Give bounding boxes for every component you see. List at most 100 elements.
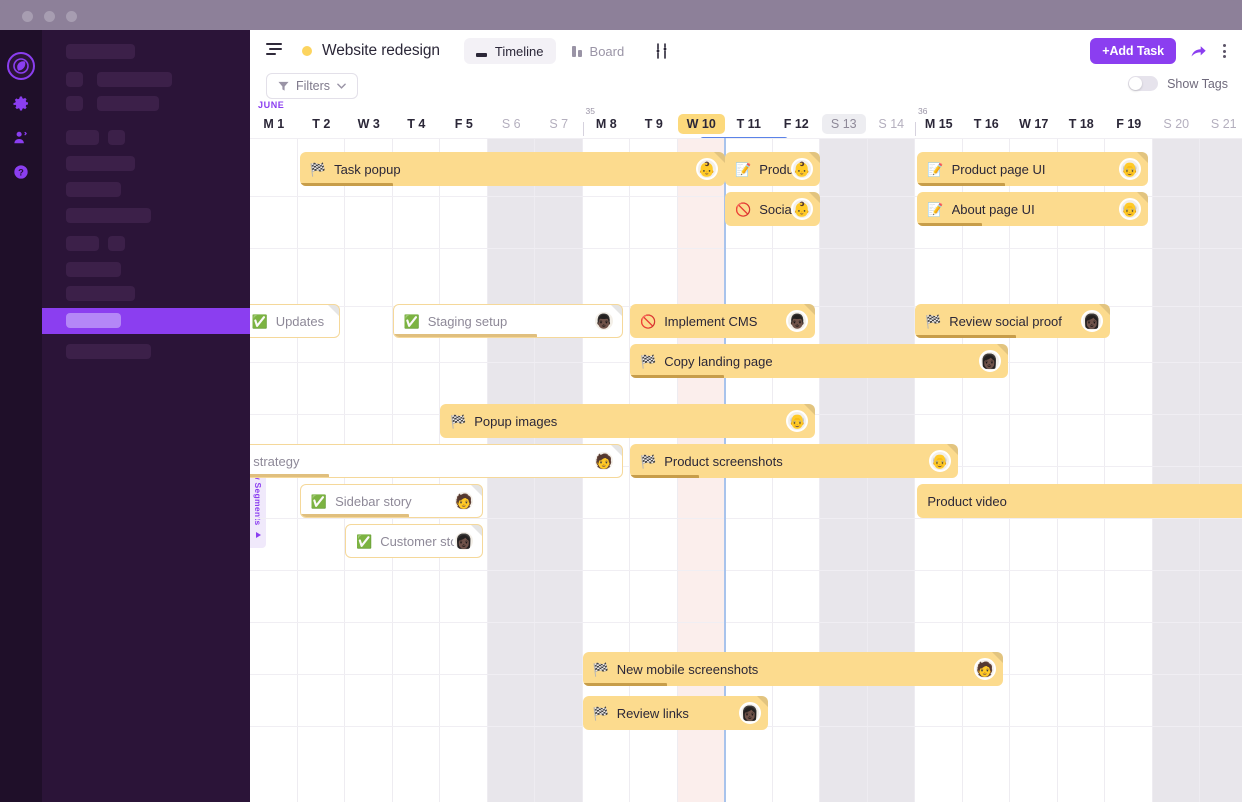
task-bar[interactable]: 🏁 Review social proof 👩🏿 (915, 304, 1110, 338)
timeline-column[interactable] (1105, 138, 1153, 802)
filters-button[interactable]: Filters (266, 73, 359, 99)
blocked-icon: 🚫 (640, 313, 657, 329)
minimize-dot[interactable] (44, 11, 55, 22)
day-header-cell[interactable]: T 16 (963, 110, 1011, 138)
resize-handle[interactable] (946, 444, 958, 455)
task-title: Review links (616, 705, 689, 721)
task-bar[interactable]: ✅ Updates (250, 304, 341, 338)
check-icon: ✅ (310, 493, 328, 509)
day-header-cell[interactable]: T 4 (393, 110, 441, 138)
resize-handle[interactable] (610, 445, 622, 456)
task-title: About page UI (951, 201, 1035, 217)
memo-icon: 📝 (735, 161, 752, 177)
day-header-cell[interactable]: W 3 (345, 110, 393, 138)
task-bar[interactable]: 🏁 Copy landing page 👩🏿 (630, 344, 1008, 378)
resize-handle[interactable] (809, 192, 820, 203)
kebab-menu-icon[interactable] (1221, 42, 1228, 60)
app-logo-icon[interactable] (7, 52, 35, 80)
task-bar[interactable]: 🏁 Review links 👩🏿 (582, 696, 768, 730)
task-bar[interactable]: 🏁 Popup images 👴 (440, 404, 816, 438)
task-bar[interactable]: ✅ Sidebar story 🧑 (299, 484, 483, 518)
nav-placeholder (66, 72, 83, 87)
day-header-cell[interactable]: S 20 (1153, 110, 1201, 138)
day-label: M 15 (924, 117, 953, 131)
timeline-column[interactable] (963, 138, 1010, 802)
resize-handle[interactable] (1098, 304, 1110, 315)
resize-handle[interactable] (328, 305, 340, 316)
people-icon[interactable] (11, 128, 31, 148)
task-bar[interactable]: 🏁 Task popup 👶 (299, 152, 725, 186)
resize-handle[interactable] (470, 525, 482, 536)
resize-handle[interactable] (804, 404, 816, 415)
day-header-cell[interactable]: S 14 (868, 110, 916, 138)
day-label: T 9 (644, 117, 663, 131)
tab-board[interactable]: Board (560, 38, 637, 64)
day-header-cell[interactable]: S 13 (820, 110, 868, 138)
task-bar[interactable]: 🏁 Product screenshots 👴 (630, 444, 958, 478)
sort-settings-icon[interactable] (654, 43, 670, 59)
resize-handle[interactable] (470, 485, 482, 496)
resize-handle[interactable] (809, 152, 820, 163)
task-bar[interactable]: 📝 Product page UI 👴 (917, 152, 1148, 186)
resize-handle[interactable] (996, 344, 1008, 355)
day-label: W 10 (677, 114, 725, 134)
week-number: 36 (918, 106, 928, 116)
nav-item-active[interactable] (42, 308, 250, 334)
day-header-cell[interactable]: T 11 (725, 110, 773, 138)
resize-handle[interactable] (610, 305, 622, 316)
tab-timeline[interactable]: Timeline (463, 38, 556, 64)
day-header-cell[interactable]: T 9 (630, 110, 678, 138)
task-progress-bar (917, 223, 982, 226)
maximize-dot[interactable] (66, 11, 77, 22)
day-header-cell[interactable]: F 5 (440, 110, 488, 138)
task-bar[interactable]: 📝 About page UI 👴 (917, 192, 1148, 226)
nav-placeholder (108, 130, 125, 145)
timeline-column[interactable] (1010, 138, 1058, 802)
timeline-column[interactable] (1152, 138, 1200, 802)
task-bar[interactable]: 📝 Produc 👶 (725, 152, 820, 186)
day-header-cell[interactable]: S 21 (1200, 110, 1242, 138)
flag-icon: 🏁 (640, 453, 657, 469)
share-arrow-icon[interactable] (1190, 43, 1207, 60)
list-menu-icon[interactable] (266, 42, 284, 60)
show-tags-toggle[interactable]: Show Tags (1128, 76, 1228, 91)
add-task-button[interactable]: +Add Task (1090, 38, 1176, 64)
resize-handle[interactable] (714, 152, 725, 163)
task-bar[interactable]: 🚫 Social 👶 (725, 192, 820, 226)
task-title: Implement CMS (664, 313, 758, 329)
day-header-cell[interactable]: W 10 (677, 110, 726, 138)
resize-handle[interactable] (804, 304, 816, 315)
gear-icon[interactable] (11, 94, 31, 114)
day-header-cell[interactable]: S 6 (488, 110, 536, 138)
show-tags-switch[interactable] (1128, 76, 1159, 91)
check-icon: ✅ (251, 313, 268, 329)
task-bar[interactable]: 🏁 New mobile screenshots 🧑 (582, 652, 1003, 686)
task-bar[interactable]: Product video (917, 484, 1242, 518)
close-dot[interactable] (22, 11, 33, 22)
day-header-cell[interactable]: T 18 (1058, 110, 1106, 138)
task-bar[interactable]: ✅ Staging setup 👨🏿 (392, 304, 623, 338)
window-controls[interactable] (22, 11, 77, 22)
day-header-cell[interactable]: T 2 (298, 110, 346, 138)
task-bar[interactable]: atures strategy🧑 (250, 444, 623, 478)
help-icon[interactable]: ? (11, 162, 31, 182)
task-title: Staging setup (427, 313, 508, 329)
day-header-cell[interactable]: S 7 (535, 110, 583, 138)
nav-placeholder (97, 72, 172, 87)
day-header-cell[interactable]: W 17 (1010, 110, 1058, 138)
resize-handle[interactable] (756, 696, 768, 707)
timeline-column[interactable] (1200, 138, 1242, 802)
day-header-cell[interactable]: F 12 (773, 110, 821, 138)
task-bar[interactable]: 🚫 Implement CMS 👨🏿 (630, 304, 816, 338)
nav-placeholder (66, 262, 121, 277)
task-bar[interactable]: ✅ Customer storie 👩🏿 (345, 524, 483, 558)
page-title: Website redesign (322, 42, 440, 59)
nav-placeholder (97, 96, 159, 111)
day-header-cell[interactable]: F 19 (1105, 110, 1153, 138)
timeline-grid[interactable]: Show Segments 🏁 Task popup 👶 📝 Produc 👶 📝 Produ… (250, 138, 1242, 802)
timeline-column[interactable] (1058, 138, 1105, 802)
day-header-cell[interactable]: M 1 (250, 110, 298, 138)
resize-handle[interactable] (1136, 152, 1148, 163)
resize-handle[interactable] (1136, 192, 1148, 203)
resize-handle[interactable] (991, 652, 1003, 663)
